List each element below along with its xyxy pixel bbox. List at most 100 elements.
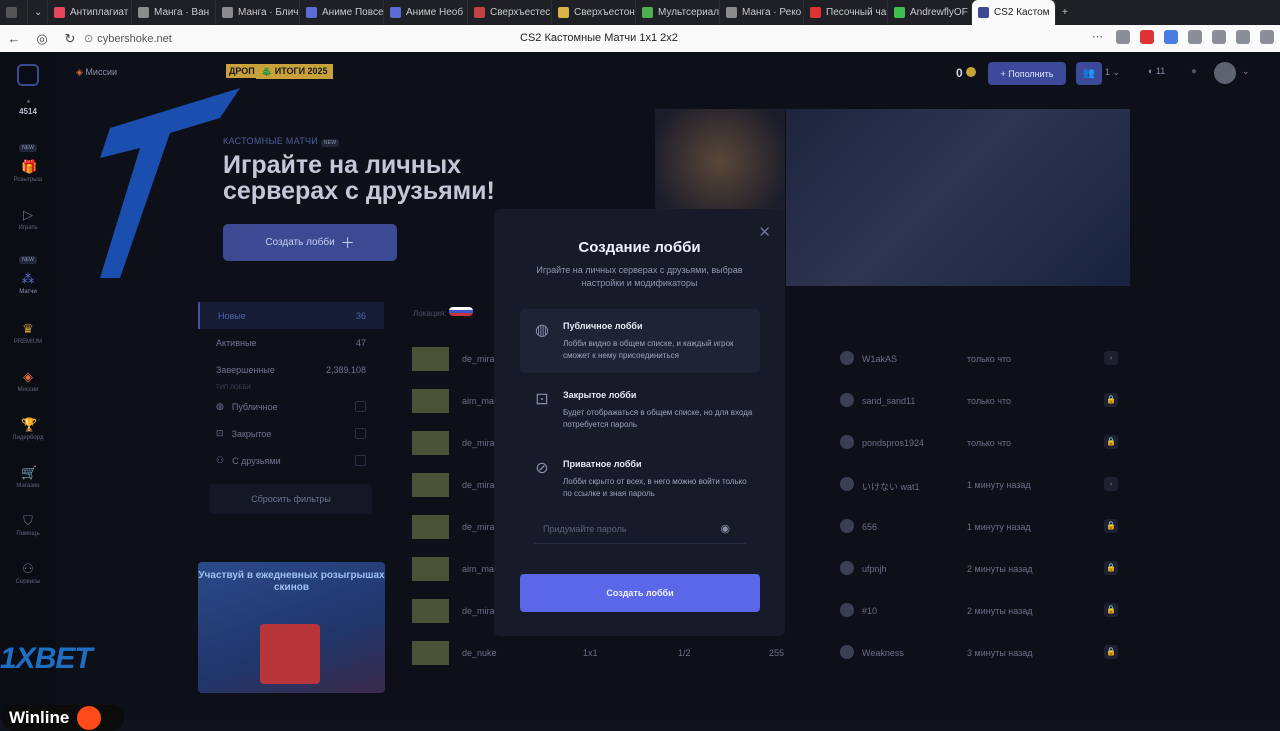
level-icon: ◐	[1148, 66, 1156, 76]
browser-tab[interactable]: Манга · Ван	[132, 0, 216, 25]
sidebar-item-premium[interactable]: ♛ PREMIUM	[0, 322, 56, 346]
browser-tab[interactable]: Аниме Необ	[384, 0, 468, 25]
results-2025-link[interactable]: 🎄 ИТОГИ 2025	[256, 64, 333, 79]
translate-icon[interactable]	[1164, 30, 1178, 44]
lobby-player: W1akAS	[862, 354, 898, 364]
page-title: CS2 Кастомные Матчи 1x1 2x2	[520, 32, 678, 44]
sidebar-item-shop[interactable]: 🛒 Магазин	[0, 465, 56, 490]
site-info-icon[interactable]: ⊙	[84, 32, 93, 45]
map-thumbnail	[412, 473, 449, 497]
lobby-action[interactable]: 🔒	[1104, 393, 1118, 407]
lobby-map: de_mira	[462, 438, 495, 448]
top-up-button[interactable]: + Пополнить	[988, 62, 1066, 85]
browser-tab[interactable]	[0, 0, 28, 25]
winline-dot-icon	[77, 706, 102, 730]
missions-link[interactable]: ◈ Миссии	[76, 67, 117, 78]
lobby-player: いけない wat1	[862, 482, 920, 492]
browser-tab[interactable]: Антиплагиат	[48, 0, 132, 25]
browser-tab[interactable]: Манга · Блич	[216, 0, 300, 25]
sidebar-item-play[interactable]: ▷ Играть	[0, 208, 56, 232]
history-icon[interactable]: ◎	[28, 31, 56, 47]
location-filter[interactable]: Локация:	[413, 307, 473, 318]
sidebar-item-services[interactable]: ⚇ Сервисы	[0, 562, 56, 586]
vpn-icon[interactable]	[1212, 30, 1226, 44]
lobby-action[interactable]: ›	[1104, 477, 1118, 491]
filters-panel: Новые 36 Активные 47 Завершенные 2,389,108 …	[198, 302, 384, 524]
gift-box-image	[260, 624, 320, 684]
level-indicator[interactable]: ◐ 11	[1148, 66, 1165, 76]
password-input[interactable]	[534, 514, 704, 544]
filter-status-finished[interactable]: Завершенные 2,389,108	[198, 356, 384, 383]
bell-icon[interactable]: ●	[1191, 66, 1197, 77]
browser-tab-active[interactable]: CS2 Кастом ✕	[972, 0, 1056, 25]
option-closed-lobby[interactable]: ⊡ Закрытое лобби Будет отображаться в об…	[520, 378, 760, 442]
avatar[interactable]	[1214, 62, 1236, 84]
promo-banner[interactable]: Участвуй в ежедневных розыгрышах скинов	[198, 562, 385, 693]
bookmark-icon[interactable]	[1116, 30, 1130, 44]
new-tab-button[interactable]: +	[1056, 0, 1074, 25]
browser-tab[interactable]: Сверхъестон	[552, 0, 636, 25]
player-avatar	[840, 519, 854, 533]
url-text[interactable]: cybershoke.net	[97, 33, 172, 45]
browser-tab[interactable]: ⌄	[28, 0, 48, 25]
filter-type-friends[interactable]: ⚇ С друзьями	[198, 447, 384, 474]
lobby-action[interactable]: 🔒	[1104, 519, 1118, 533]
sidebar-item-help[interactable]: ⛉ Помощь	[0, 514, 56, 538]
filter-status-new[interactable]: Новые 36	[198, 302, 384, 329]
browser-tab[interactable]: Песочный ча	[804, 0, 888, 25]
adblock-icon[interactable]	[1140, 30, 1154, 44]
lobby-action[interactable]: ›	[1104, 351, 1118, 365]
lobby-row[interactable]: de_nuke 1x1 1/2 255 Weakness 3 минуты назад 🔒	[412, 636, 1132, 678]
checkbox[interactable]	[355, 401, 366, 412]
sidebar-item-giveaway[interactable]: 🎁 Розыгрыш	[0, 160, 56, 184]
eye-icon[interactable]: ◉	[720, 522, 730, 535]
checkbox[interactable]	[355, 428, 366, 439]
friends-count: 1 ⌄	[1105, 67, 1121, 77]
lobby-map: de_mira	[462, 480, 495, 490]
lobby-action[interactable]: 🔒	[1104, 435, 1118, 449]
browser-tab[interactable]: Сверхъестес	[468, 0, 552, 25]
password-field: ◉	[534, 514, 746, 544]
sidebar-item-leaderboard[interactable]: 🏆 Лидерборд	[0, 418, 56, 442]
player-avatar	[840, 435, 854, 449]
checkbox[interactable]	[355, 455, 366, 466]
player-avatar	[840, 477, 854, 491]
browser-tab[interactable]: AndrewflyOF	[888, 0, 972, 25]
profile-icon[interactable]	[1260, 30, 1274, 44]
browser-tab[interactable]: Аниме Повсе	[300, 0, 384, 25]
missions-icon: ◈	[23, 369, 33, 384]
missions-icon: ◈	[76, 67, 86, 77]
browser-tab[interactable]: Манга · Реко	[720, 0, 804, 25]
option-public-lobby[interactable]: ◍ Публичное лобби Лобби видно в общем сп…	[520, 309, 760, 373]
extension-icon[interactable]	[1188, 30, 1202, 44]
filter-status-active[interactable]: Активные 47	[198, 329, 384, 356]
lobby-map: de_nuke	[462, 648, 497, 658]
filter-type-public[interactable]: ◍ Публичное	[198, 393, 384, 420]
create-lobby-button[interactable]: Создать лобби	[520, 574, 760, 612]
reload-icon[interactable]: ↻	[56, 31, 84, 47]
lobby-time: только что	[967, 396, 1012, 406]
screenshot-icon[interactable]	[1236, 30, 1250, 44]
drop-link[interactable]: ДРОП	[226, 64, 258, 78]
option-private-lobby[interactable]: ⊘ Приватное лобби Лобби скрыто от всех, …	[520, 447, 760, 511]
friends-button[interactable]: 👥	[1076, 62, 1102, 85]
more-icon[interactable]: ⋯	[1092, 30, 1106, 44]
chevron-down-icon[interactable]: ⌄	[1242, 66, 1250, 77]
browser-tab[interactable]: Мультсериал	[636, 0, 720, 25]
filter-type-closed[interactable]: ⊡ Закрытое	[198, 420, 384, 447]
map-thumbnail	[412, 515, 449, 539]
lobby-action[interactable]: 🔒	[1104, 603, 1118, 617]
cart-icon: 🛒	[21, 465, 38, 480]
lobby-time: 2 минуты назад	[967, 564, 1033, 574]
site-logo[interactable]	[0, 64, 56, 89]
lobby-player: ufpnjh	[862, 564, 887, 574]
player-avatar	[840, 561, 854, 575]
sidebar-item-matches[interactable]: ⁂ Матчи	[0, 272, 56, 296]
back-icon[interactable]: ←	[0, 31, 28, 46]
tab-favicon-icon	[222, 7, 233, 18]
reset-filters-button[interactable]: Сбросить фильтры	[210, 484, 372, 514]
plus-icon: ＋	[340, 234, 355, 251]
sidebar-item-missions[interactable]: ◈ Миссии	[0, 369, 56, 394]
lobby-action[interactable]: 🔒	[1104, 645, 1118, 659]
lobby-action[interactable]: 🔒	[1104, 561, 1118, 575]
